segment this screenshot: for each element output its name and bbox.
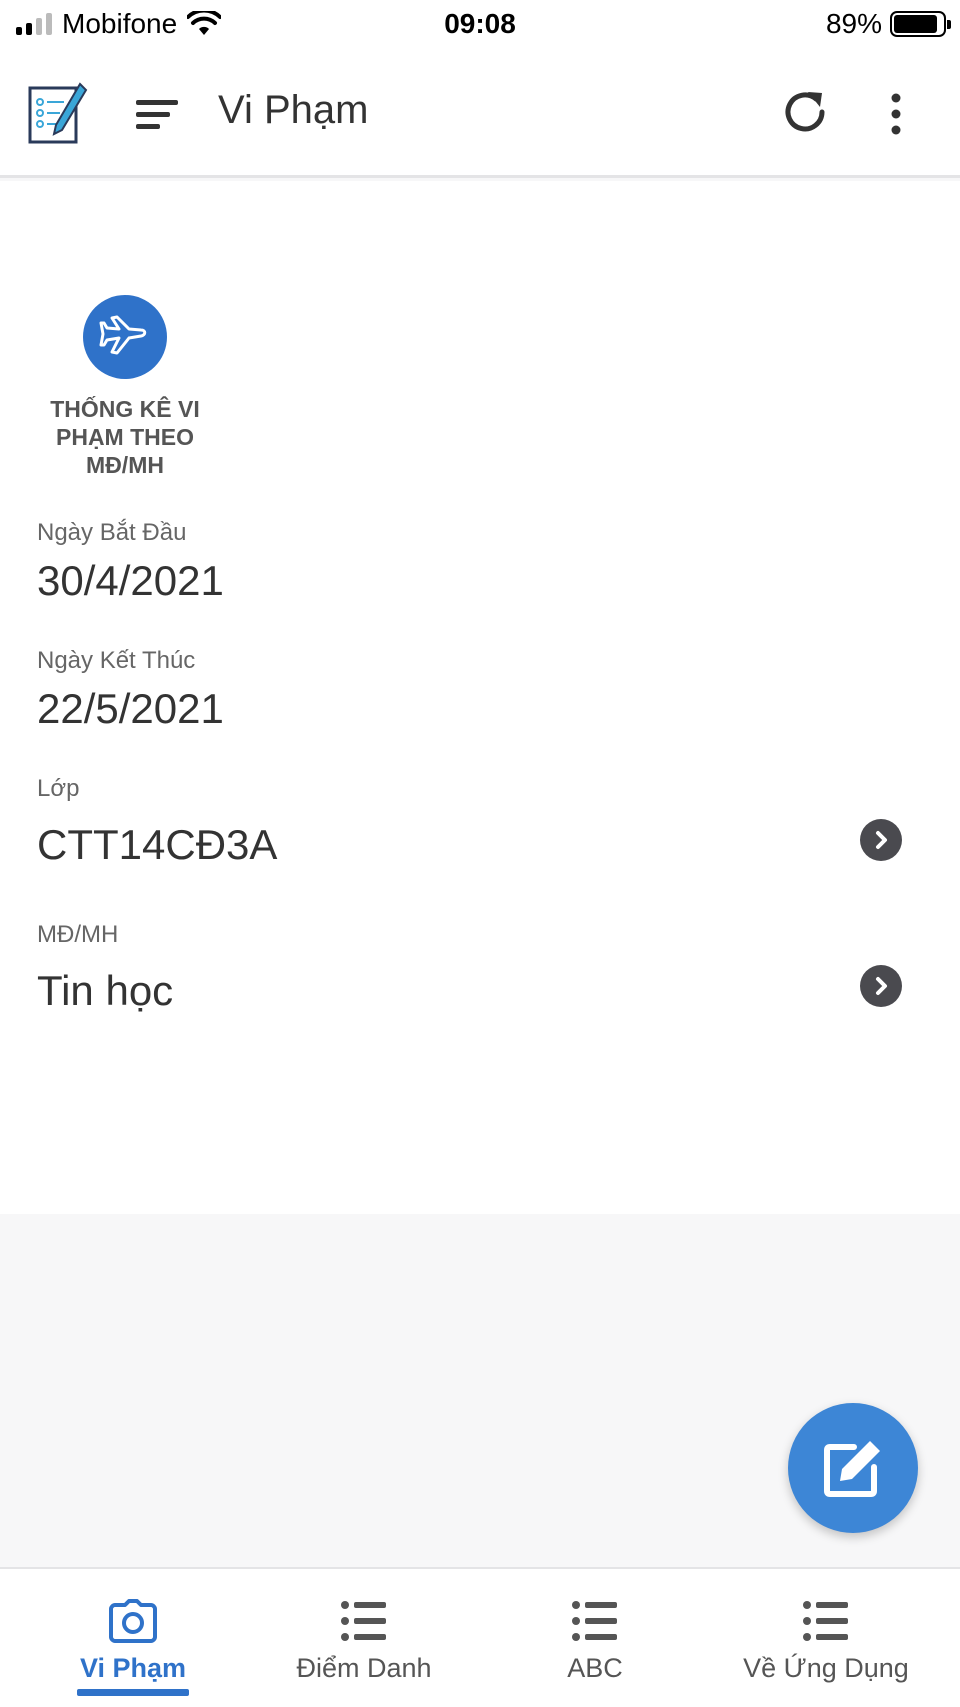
subject-chevron-button[interactable] <box>860 965 902 1007</box>
status-bar: Mobifone 09:08 89% <box>0 0 960 50</box>
list-icon <box>572 1601 617 1641</box>
nav-item-diem-danh[interactable]: Điểm Danh <box>249 1569 479 1707</box>
battery-percent: 89% <box>825 8 882 39</box>
battery-group: 89% <box>825 8 951 40</box>
app-bar: Vi Phạm <box>0 50 960 178</box>
nav-label-diem-danh: Điểm Danh <box>296 1653 432 1683</box>
nav-item-ve-ung-dung[interactable]: Về Ứng Dụng <box>711 1569 941 1707</box>
start-date-value[interactable]: 30/4/2021 <box>37 557 224 605</box>
bottom-navigation: Vi Phạm Điểm Danh ABC Về Ứng Dụng <box>0 1567 960 1707</box>
edit-icon <box>824 1441 880 1497</box>
edit-fab-button[interactable] <box>788 1403 918 1533</box>
nav-item-abc[interactable]: ABC <box>480 1569 710 1707</box>
class-value[interactable]: CTT14CĐ3A <box>37 821 277 869</box>
subject-field[interactable]: MĐ/MH Tin học <box>37 921 173 1015</box>
airplane-icon <box>99 315 147 355</box>
class-label: Lớp <box>37 775 80 802</box>
start-date-field[interactable]: Ngày Bắt Đầu 30/4/2021 <box>37 519 224 605</box>
nav-label-vi-pham: Vi Phạm <box>79 1653 187 1683</box>
subject-label: MĐ/MH <box>37 921 119 948</box>
stat-tile-violations-by-subject[interactable]: THỐNG KÊ VI PHẠM THEO MĐ/MH <box>40 295 210 479</box>
app-logo-icon <box>28 82 88 144</box>
more-options-icon[interactable] <box>876 86 916 142</box>
stat-icon-circle <box>83 295 167 379</box>
chevron-right-icon <box>876 831 887 849</box>
class-chevron-button[interactable] <box>860 819 902 861</box>
nav-label-ve-ung-dung: Về Ứng Dụng <box>743 1653 909 1683</box>
refresh-icon[interactable] <box>778 84 834 140</box>
page-title: Vi Phạm <box>218 88 369 132</box>
subject-value[interactable]: Tin học <box>37 967 173 1015</box>
battery-fill <box>894 15 937 33</box>
end-date-label: Ngày Kết Thúc <box>37 647 196 674</box>
nav-item-vi-pham[interactable]: Vi Phạm <box>18 1569 248 1707</box>
end-date-field[interactable]: Ngày Kết Thúc 22/5/2021 <box>37 647 224 733</box>
nav-label-abc: ABC <box>567 1653 623 1683</box>
clock: 09:08 <box>444 8 516 39</box>
menu-icon[interactable] <box>132 90 182 140</box>
list-icon <box>341 1601 386 1641</box>
list-icon <box>803 1601 848 1641</box>
camera-icon <box>109 1599 157 1643</box>
start-date-label: Ngày Bắt Đầu <box>37 519 187 546</box>
chevron-right-icon <box>876 977 887 995</box>
battery-icon <box>890 11 951 37</box>
stat-tile-label: THỐNG KÊ VI PHẠM THEO MĐ/MH <box>50 396 200 478</box>
class-field[interactable]: Lớp CTT14CĐ3A <box>37 775 277 869</box>
end-date-value[interactable]: 22/5/2021 <box>37 685 224 733</box>
active-tab-indicator <box>77 1689 189 1696</box>
filter-panel: THỐNG KÊ VI PHẠM THEO MĐ/MH Ngày Bắt Đầu… <box>0 181 960 1214</box>
